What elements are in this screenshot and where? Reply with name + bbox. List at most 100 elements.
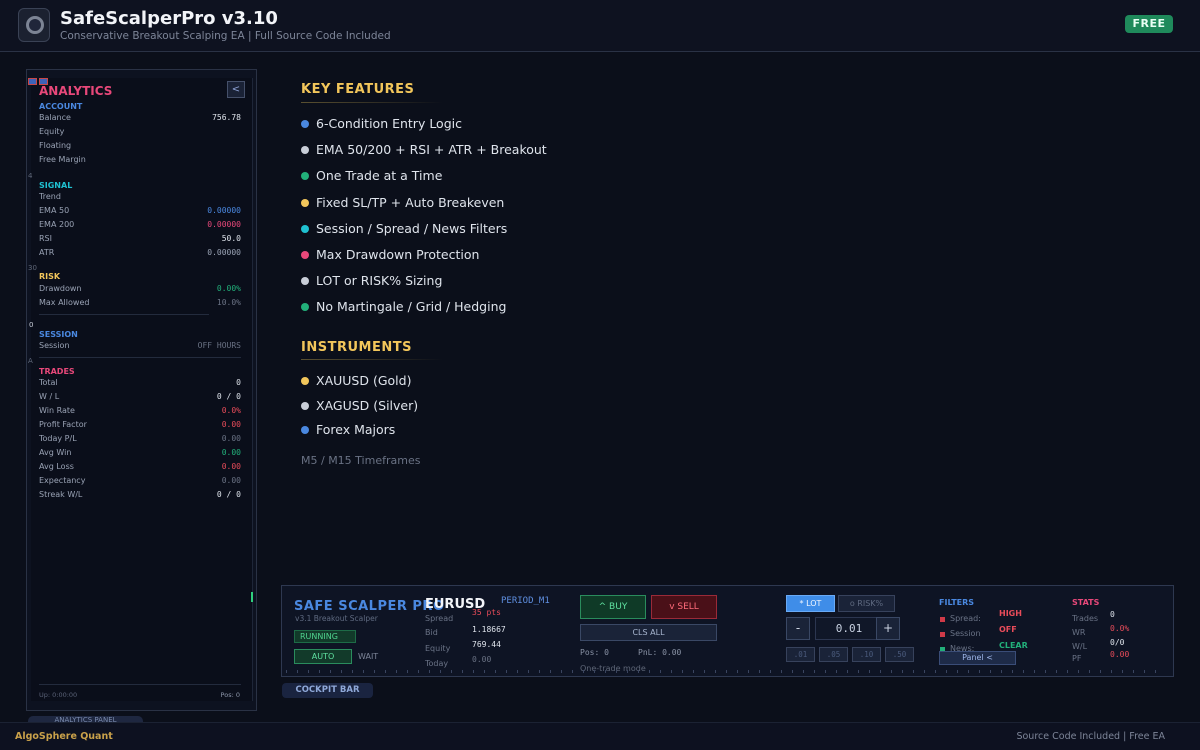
atr-row: ATR 0.00000 xyxy=(39,248,241,257)
lot-decrease-button[interactable]: - xyxy=(786,617,810,640)
ema50-row: EMA 50 0.00000 xyxy=(39,206,241,215)
rsi-row: RSI 50.0 xyxy=(39,234,241,243)
bullet-icon xyxy=(301,120,309,128)
free-badge: FREE xyxy=(1125,15,1173,33)
bullet-icon xyxy=(301,426,309,434)
session-divider xyxy=(39,357,241,358)
spread-value: 35 pts xyxy=(472,608,501,617)
stray-label: 0 xyxy=(29,321,34,329)
period-label: PERIOD_M1 xyxy=(501,596,550,606)
bullet-icon xyxy=(301,172,309,181)
lot-mode-toggle[interactable]: * LOT xyxy=(786,595,835,612)
cockpit-bar-tab[interactable]: COCKPIT BAR xyxy=(282,683,373,698)
key-features-rule xyxy=(301,102,443,103)
feature-text: Session / Spread / News Filters xyxy=(316,220,508,236)
bullet-icon xyxy=(301,251,309,259)
bullet-icon xyxy=(301,277,309,286)
expectancy-row: Expectancy 0.00 xyxy=(39,476,241,485)
news-filter-value: CLEAR xyxy=(999,641,1028,650)
trades-heading: TRADES xyxy=(39,367,75,376)
auto-mode-button[interactable]: AUTO xyxy=(294,649,352,664)
flag-icon xyxy=(28,78,37,85)
sell-button[interactable]: v SELL xyxy=(651,595,717,619)
positions-label: Pos: 0 xyxy=(220,691,240,699)
session-heading: SESSION xyxy=(39,330,78,339)
max-allowed-row: Max Allowed 10.0% xyxy=(39,298,241,307)
instruments-rule xyxy=(301,359,443,360)
flag-icons xyxy=(28,70,50,89)
lot-preset-button[interactable]: .50 xyxy=(885,647,914,662)
today-label: Today xyxy=(425,659,449,668)
avg-loss-row: Avg Loss 0.00 xyxy=(39,462,241,471)
analytics-panel: ANALYTICS < ACCOUNT Balance 756.78 Equity… xyxy=(26,69,257,711)
lot-size-input[interactable]: 0.01 xyxy=(815,617,883,640)
risk-mode-toggle[interactable]: o RISK% xyxy=(838,595,895,612)
stats-wr-value: 0.0% xyxy=(1110,624,1130,633)
cockpit-version: v3.1 Breakout Scalper xyxy=(295,614,378,623)
flag-icon xyxy=(39,78,48,85)
balance-row: Balance 756.78 xyxy=(39,113,241,122)
today-pl-row: Today P/L 0.00 xyxy=(39,434,241,443)
risk-divider xyxy=(39,314,209,315)
bullet-icon xyxy=(301,377,309,385)
buy-button[interactable]: ^ BUY xyxy=(580,595,646,619)
lot-increase-button[interactable]: + xyxy=(876,617,900,640)
session-row: Session OFF HOURS xyxy=(39,341,241,350)
equity-value: 769.44 xyxy=(472,640,501,649)
cockpit-brand: SAFE SCALPER PRO xyxy=(294,599,445,614)
floating-row: Floating xyxy=(39,141,72,150)
account-heading: ACCOUNT xyxy=(39,102,83,111)
stats-pf-value: 0.00 xyxy=(1110,650,1130,659)
timeframes-note: M5 / M15 Timeframes xyxy=(301,454,421,467)
streak-row: Streak W/L 0 / 0 xyxy=(39,490,241,499)
key-features-title: KEY FEATURES xyxy=(301,82,415,97)
footer-divider xyxy=(39,684,241,685)
app-footer: AlgoSphere Quant Source Code Included | … xyxy=(0,722,1200,750)
feature-text: Max Drawdown Protection xyxy=(316,247,480,262)
lot-preset-button[interactable]: .01 xyxy=(786,647,815,662)
avg-win-row: Avg Win 0.00 xyxy=(39,448,241,457)
wait-label: WAIT xyxy=(358,652,379,661)
filters-title: FILTERS xyxy=(939,598,975,607)
drawdown-row: Drawdown 0.00% xyxy=(39,284,241,293)
ema200-row: EMA 200 0.00000 xyxy=(39,220,241,229)
instruments-title: INSTRUMENTS xyxy=(301,340,412,355)
feature-text: XAGUSD (Silver) xyxy=(316,397,419,413)
panel-toggle-button[interactable]: Panel < xyxy=(939,651,1016,665)
stray-label: A xyxy=(28,357,33,365)
filter-status-icon xyxy=(940,632,945,637)
lot-preset-button[interactable]: .10 xyxy=(852,647,881,662)
feature-text: Forex Majors xyxy=(316,422,396,437)
scroll-indicator xyxy=(251,592,253,602)
bullet-icon xyxy=(301,198,309,207)
feature-text: One Trade at a Time xyxy=(316,168,443,184)
analytics-content: ANALYTICS < ACCOUNT Balance 756.78 Equity… xyxy=(31,78,253,701)
stats-pf-label: PF xyxy=(1072,654,1082,663)
pnl-value: PnL: 0.00 xyxy=(638,648,682,657)
stats-trades-value: 0 xyxy=(1110,610,1115,619)
trend-row: Trend xyxy=(39,192,61,201)
filter-status-icon xyxy=(940,617,945,622)
wl-row: W / L0 / 0 xyxy=(39,392,241,401)
signal-heading: SIGNAL xyxy=(39,181,73,190)
profit-factor-row: Profit Factor 0.00 xyxy=(39,420,241,429)
risk-heading: RISK xyxy=(39,272,61,281)
total-row: Total 0 xyxy=(39,378,241,387)
footer-note: Source Code Included | Free EA xyxy=(1016,731,1165,742)
lot-preset-button[interactable]: .05 xyxy=(819,647,848,662)
cockpit-tick-strip xyxy=(286,670,1166,673)
analytics-collapse-button[interactable]: < xyxy=(227,81,245,98)
spread-label: Spread xyxy=(425,614,454,623)
today-value: 0.00 xyxy=(472,655,492,664)
close-all-button[interactable]: CLS ALL xyxy=(580,624,717,641)
logo-icon xyxy=(18,8,50,42)
stats-wl-label: W/L xyxy=(1072,642,1088,651)
bullet-icon xyxy=(301,224,309,233)
stats-wl-value: 0/0 xyxy=(1110,638,1125,647)
app-title: SafeScalperPro v3.10 xyxy=(60,8,278,29)
stray-label: 4 xyxy=(28,172,33,180)
feature-text: XAUUSD (Gold) xyxy=(316,373,412,388)
spread-filter-value: HIGH xyxy=(999,609,1022,618)
free-margin-row: Free Margin xyxy=(39,155,86,164)
feature-text: EMA 50/200 + RSI + ATR + Breakout xyxy=(316,142,547,158)
